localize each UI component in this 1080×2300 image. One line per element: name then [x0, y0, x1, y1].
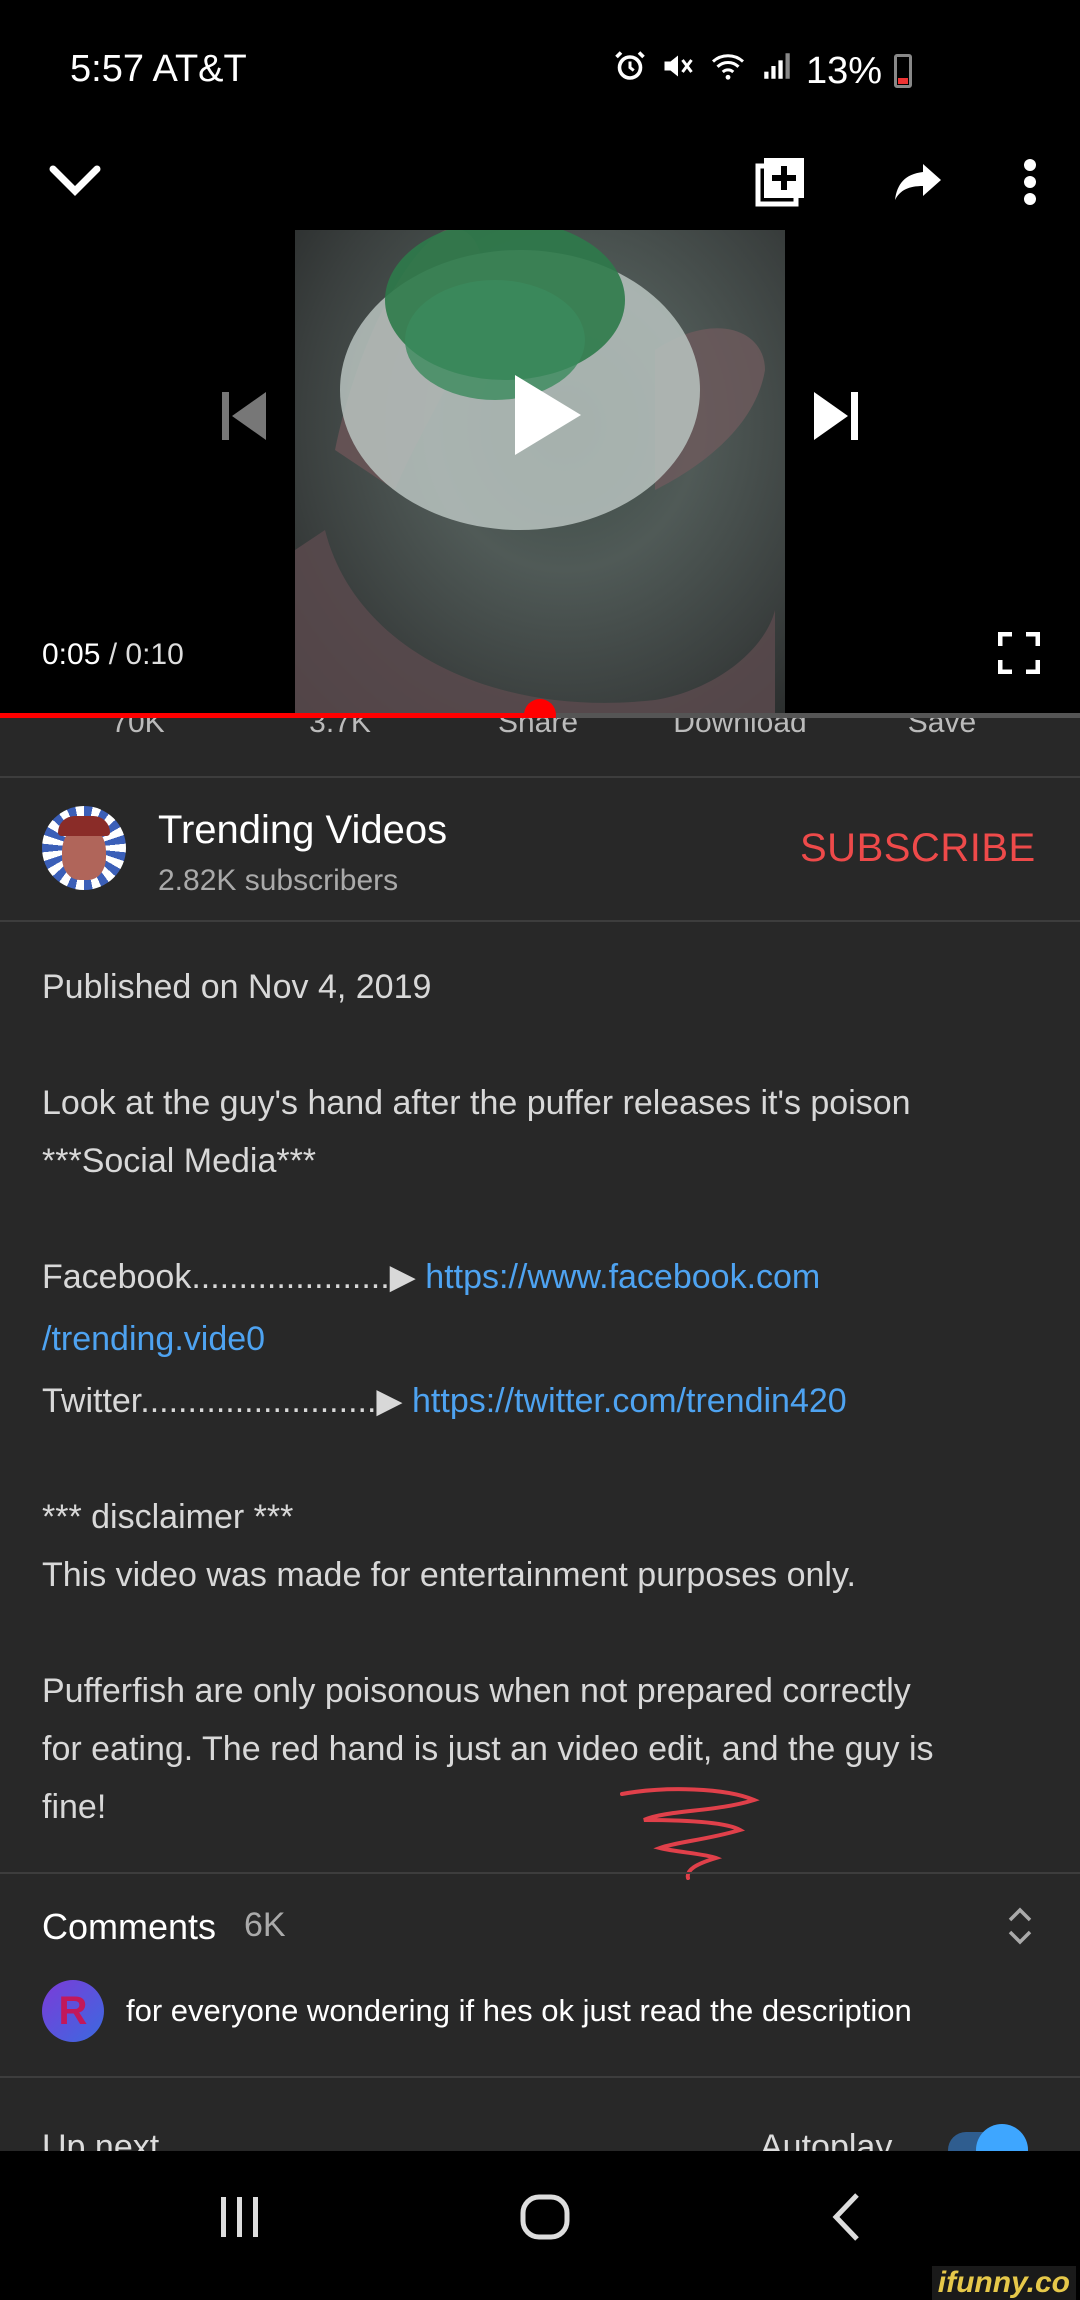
divider — [0, 2076, 1080, 2078]
red-scribble — [620, 1787, 760, 1880]
alarm-icon — [612, 48, 648, 94]
watermark: ifunny.co — [931, 2266, 1076, 2300]
published-date: Published on Nov 4, 2019 — [42, 968, 432, 1006]
description-line: fine! — [42, 1788, 107, 1826]
expand-collapse-icon[interactable] — [1000, 1904, 1040, 1948]
facebook-link-continued[interactable]: /trending.vide0 — [42, 1310, 265, 1368]
dislike-button[interactable]: 3.7K — [240, 718, 440, 740]
subscribe-button[interactable]: SUBSCRIBE — [800, 826, 1036, 871]
duration: 0:10 — [125, 638, 184, 671]
share-button[interactable]: Share — [438, 718, 638, 740]
comments-count: 6K — [244, 1906, 286, 1944]
top-comment[interactable]: for everyone wondering if hes ok just re… — [126, 1993, 912, 2029]
pufferfish-image — [295, 220, 775, 718]
wifi-icon — [708, 48, 748, 94]
battery-percent: 13% — [806, 49, 883, 92]
twitter-link[interactable]: https://twitter.com/trendin420 — [412, 1382, 847, 1420]
divider — [0, 776, 1080, 778]
facebook-link[interactable]: https://www.facebook.com — [425, 1258, 820, 1296]
channel-name[interactable]: Trending Videos — [158, 808, 447, 853]
status-time: 5:57 AT&T — [70, 48, 247, 90]
play-icon[interactable] — [508, 370, 588, 460]
time-readout: 0:05 / 0:10 — [42, 638, 184, 671]
like-button[interactable]: 70K — [38, 718, 238, 740]
save-button[interactable]: Save — [842, 718, 1042, 740]
share-icon[interactable] — [886, 152, 950, 212]
description-line: Pufferfish are only poisonous when not p… — [42, 1672, 911, 1710]
nav-back-icon[interactable] — [816, 2187, 876, 2247]
battery-icon — [894, 54, 913, 88]
status-icons: 13% — [612, 48, 913, 94]
facebook-row: Facebook.....................▶ https://w… — [42, 1248, 820, 1306]
twitter-label: Twitter.........................▶ — [42, 1382, 403, 1420]
next-icon[interactable] — [806, 386, 866, 446]
commenter-avatar[interactable]: R — [42, 1980, 104, 2042]
download-button[interactable]: Download — [640, 718, 840, 740]
subscriber-count: 2.82K subscribers — [158, 864, 399, 897]
more-vert-icon[interactable] — [1010, 152, 1050, 212]
description-line: for eating. The red hand is just an vide… — [42, 1730, 934, 1768]
nav-recents-icon[interactable] — [210, 2187, 270, 2247]
fullscreen-icon[interactable] — [994, 628, 1044, 678]
disclaimer-text: This video was made for entertainment pu… — [42, 1556, 856, 1594]
signal-icon — [760, 49, 794, 93]
collapse-chevron-icon[interactable] — [40, 152, 110, 212]
current-time: 0:05 — [42, 638, 101, 671]
previous-icon[interactable] — [214, 386, 274, 446]
action-row: 70K 3.7K Share Download Save — [0, 718, 1080, 778]
comments-title[interactable]: Comments — [42, 1906, 216, 1948]
add-to-playlist-icon[interactable] — [748, 150, 812, 214]
status-bar: 5:57 AT&T 13% — [0, 0, 1080, 140]
description-line: Look at the guy's hand after the puffer … — [42, 1084, 911, 1122]
disclaimer-title: *** disclaimer *** — [42, 1498, 294, 1536]
twitter-row: Twitter.........................▶ https:… — [42, 1372, 847, 1430]
channel-avatar[interactable] — [42, 806, 126, 890]
divider — [0, 1872, 1080, 1874]
divider — [0, 920, 1080, 922]
mute-icon — [660, 48, 696, 94]
video-player[interactable]: 5:57 AT&T 13% 0:05 / 0:10 — [0, 0, 1080, 718]
navigation-bar: ifunny.co — [0, 2151, 1080, 2300]
video-frame — [295, 220, 785, 718]
facebook-label: Facebook.....................▶ — [42, 1258, 416, 1296]
description-line: ***Social Media*** — [42, 1142, 317, 1180]
nav-home-icon[interactable] — [510, 2185, 580, 2249]
